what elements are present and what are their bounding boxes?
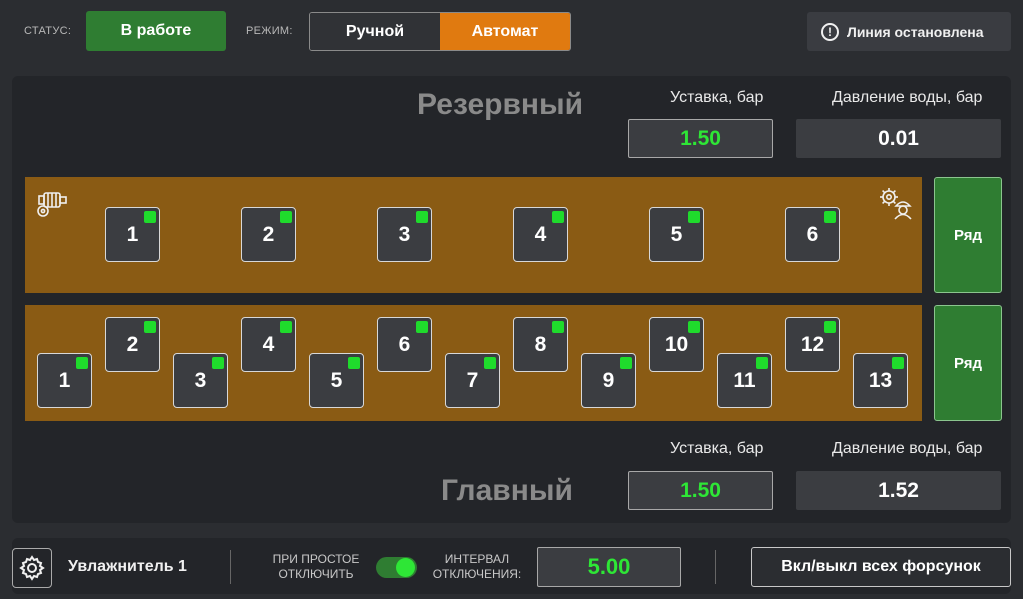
main-nozzle[interactable]: 3 [173, 353, 228, 408]
alert-circle-icon: ! [821, 22, 839, 41]
status-led [416, 321, 428, 333]
reserve-nozzle[interactable]: 3 [377, 207, 432, 262]
settings-gear-icon [19, 555, 45, 581]
main-row-button[interactable]: Ряд [934, 305, 1002, 421]
status-led [348, 357, 360, 369]
reserve-setpoint-label: Уставка, бар [670, 89, 764, 106]
reserve-nozzle[interactable]: 1 [105, 207, 160, 262]
reserve-title: Резервный [417, 88, 584, 121]
status-led [620, 357, 632, 369]
main-setpoint-label: Уставка, бар [670, 440, 764, 457]
main-nozzle[interactable]: 10 [649, 317, 704, 372]
status-led [552, 211, 564, 223]
main-setpoint-field[interactable]: 1.50 [628, 471, 773, 510]
status-led [416, 211, 428, 223]
status-led [76, 357, 88, 369]
status-led [280, 211, 292, 223]
status-led [144, 321, 156, 333]
divider [715, 550, 716, 584]
status-badge[interactable]: В работе [86, 11, 226, 51]
line-status-button[interactable]: ! Линия остановлена [807, 12, 1011, 51]
device-name: Увлажнитель 1 [68, 558, 187, 575]
main-nozzle[interactable]: 13 [853, 353, 908, 408]
main-nozzle[interactable]: 4 [241, 317, 296, 372]
status-led [484, 357, 496, 369]
main-nozzle[interactable]: 1 [37, 353, 92, 408]
status-led [212, 357, 224, 369]
status-led [688, 211, 700, 223]
status-led [756, 357, 768, 369]
main-nozzle[interactable]: 5 [309, 353, 364, 408]
main-nozzle[interactable]: 11 [717, 353, 772, 408]
main-nozzle[interactable]: 6 [377, 317, 432, 372]
mode-manual-button[interactable]: Ручной [310, 13, 440, 50]
reserve-nozzle[interactable]: 2 [241, 207, 296, 262]
status-led [144, 211, 156, 223]
mode-auto-button[interactable]: Автомат [440, 13, 570, 50]
line-status-text: Линия остановлена [847, 23, 984, 40]
main-nozzle[interactable]: 12 [785, 317, 840, 372]
reserve-pressure-label: Давление воды, бар [832, 89, 983, 106]
mode-label: РЕЖИМ: [246, 25, 293, 37]
main-nozzle[interactable]: 8 [513, 317, 568, 372]
reserve-pressure-field: 0.01 [796, 119, 1001, 158]
reserve-setpoint-field[interactable]: 1.50 [628, 119, 773, 158]
motor-pump-icon [37, 192, 67, 217]
gear-worker-icon [880, 188, 912, 220]
status-label: СТАТУС: [24, 25, 72, 37]
idle-off-toggle[interactable] [376, 557, 417, 578]
reserve-nozzle[interactable]: 4 [513, 207, 568, 262]
divider [230, 550, 231, 584]
status-led [552, 321, 564, 333]
toggle-knob [396, 558, 415, 577]
main-nozzle[interactable]: 9 [581, 353, 636, 408]
status-led [824, 211, 836, 223]
main-pressure-label: Давление воды, бар [832, 440, 983, 457]
reserve-nozzle[interactable]: 5 [649, 207, 704, 262]
settings-button[interactable] [12, 548, 52, 588]
status-led [892, 357, 904, 369]
main-title: Главный [441, 474, 573, 507]
reserve-nozzle[interactable]: 6 [785, 207, 840, 262]
interval-field[interactable]: 5.00 [537, 547, 681, 587]
interval-label: ИНТЕРВАЛ ОТКЛЮЧЕНИЯ: [432, 552, 522, 581]
reserve-row-button[interactable]: Ряд [934, 177, 1002, 293]
main-pressure-field: 1.52 [796, 471, 1001, 510]
status-led [824, 321, 836, 333]
main-nozzle[interactable]: 2 [105, 317, 160, 372]
status-led [688, 321, 700, 333]
mode-toggle: Ручной Автомат [309, 12, 571, 51]
main-nozzle[interactable]: 7 [445, 353, 500, 408]
toggle-all-nozzles-button[interactable]: Вкл/выкл всех форсунок [751, 547, 1011, 587]
status-led [280, 321, 292, 333]
idle-off-label: ПРИ ПРОСТОЕ ОТКЛЮЧИТЬ [272, 552, 360, 581]
